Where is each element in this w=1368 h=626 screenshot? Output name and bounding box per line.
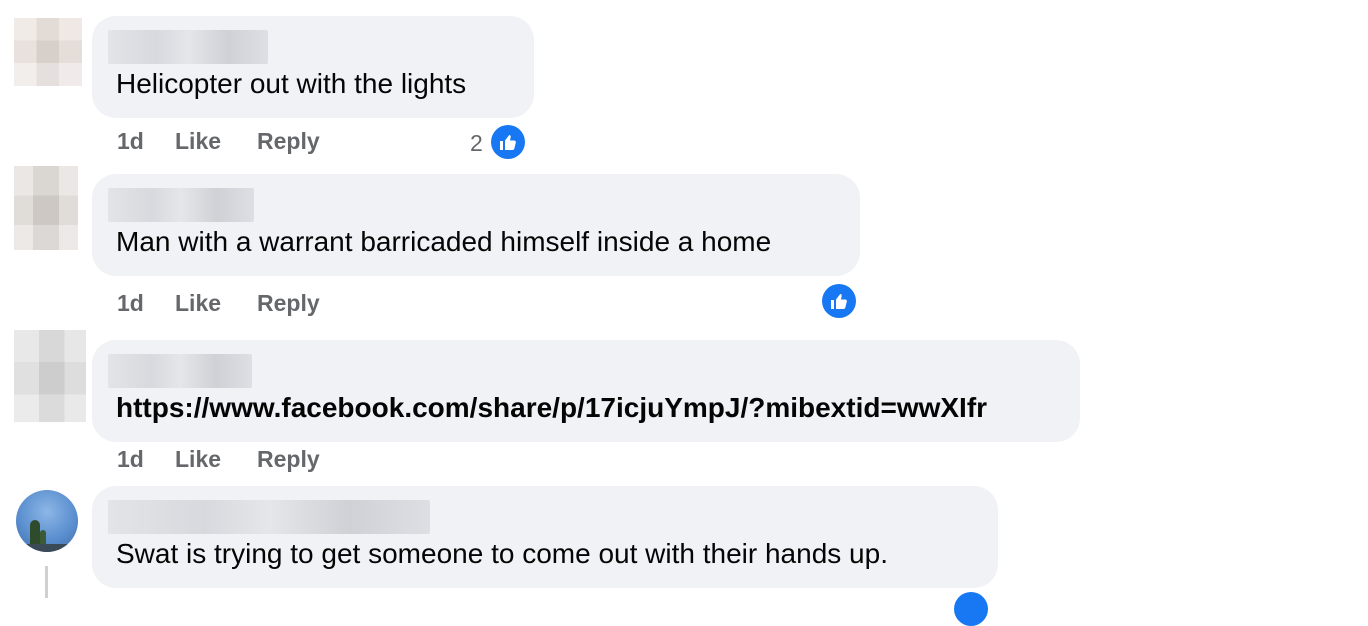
comment-bubble: Helicopter out with the lights bbox=[92, 16, 534, 118]
like-reaction-icon[interactable] bbox=[822, 284, 856, 318]
avatar[interactable] bbox=[14, 330, 86, 422]
reaction-count[interactable]: 2 bbox=[470, 130, 483, 157]
author-name-redacted[interactable] bbox=[108, 354, 252, 388]
like-reaction-icon[interactable] bbox=[491, 125, 525, 159]
reply-button[interactable]: Reply bbox=[257, 128, 320, 155]
avatar[interactable] bbox=[16, 490, 78, 552]
reply-thread-line bbox=[45, 566, 48, 598]
avatar-ground-shape bbox=[16, 544, 78, 552]
reply-button[interactable]: Reply bbox=[257, 446, 320, 473]
like-reaction-icon[interactable] bbox=[954, 592, 988, 626]
comment-text: Swat is trying to get someone to come ou… bbox=[116, 538, 888, 569]
reply-button[interactable]: Reply bbox=[257, 290, 320, 317]
timestamp[interactable]: 1d bbox=[117, 290, 144, 317]
like-button[interactable]: Like bbox=[175, 446, 221, 473]
avatar[interactable] bbox=[14, 18, 82, 86]
author-name-redacted[interactable] bbox=[108, 500, 430, 534]
like-button[interactable]: Like bbox=[175, 128, 221, 155]
shared-link[interactable]: https://www.facebook.com/share/p/17icjuY… bbox=[116, 392, 987, 424]
avatar[interactable] bbox=[14, 166, 78, 250]
comment-bubble: Man with a warrant barricaded himself in… bbox=[92, 174, 860, 276]
author-name-redacted[interactable] bbox=[108, 188, 254, 222]
comment-text: Man with a warrant barricaded himself in… bbox=[116, 226, 772, 257]
timestamp[interactable]: 1d bbox=[117, 128, 144, 155]
comment-bubble: Swat is trying to get someone to come ou… bbox=[92, 486, 998, 588]
author-name-redacted[interactable] bbox=[108, 30, 268, 64]
comment-bubble: https://www.facebook.com/share/p/17icjuY… bbox=[92, 340, 1080, 442]
timestamp[interactable]: 1d bbox=[117, 446, 144, 473]
comment-text: Helicopter out with the lights bbox=[116, 68, 467, 99]
like-button[interactable]: Like bbox=[175, 290, 221, 317]
avatar-tree-shape bbox=[30, 520, 40, 546]
